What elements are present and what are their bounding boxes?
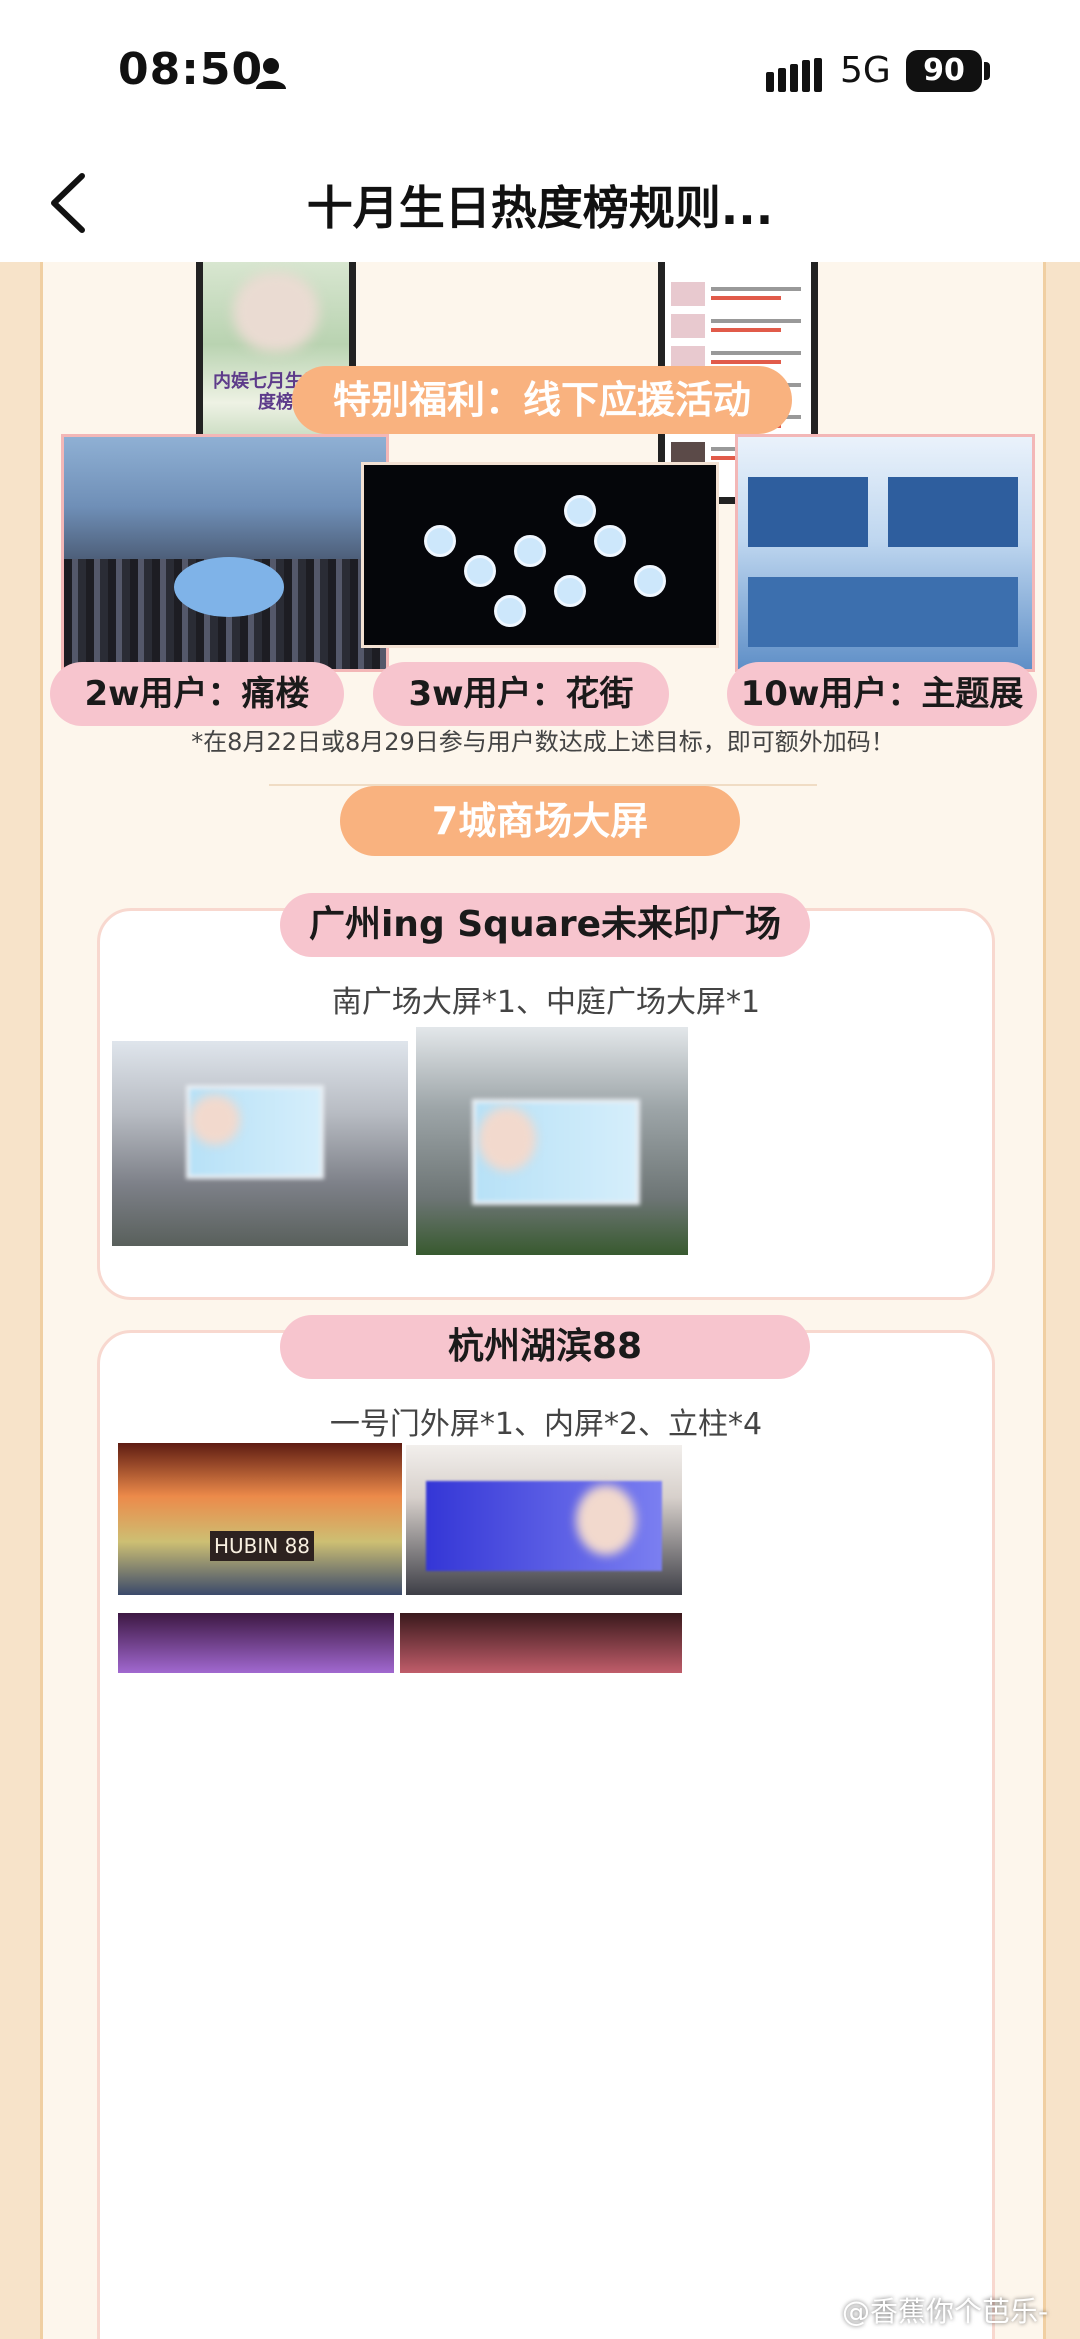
battery-level: 90 [923, 53, 965, 88]
venue-photo-atrium [416, 1027, 688, 1255]
rules-panel: 内娱七月生日热度榜 特别福利：线下应援活动 2w用户：痛楼 3w用户：花街 10… [40, 262, 1046, 2339]
tier-label: 10w用户：主题展 [727, 662, 1037, 726]
venue-name: 杭州湖滨88 [280, 1315, 810, 1379]
tier-label: 2w用户：痛楼 [50, 662, 344, 726]
venue-photo-south-plaza [112, 1041, 408, 1246]
weibo-logo-icon [800, 2299, 830, 2321]
status-bar: 08:50 5G 90 [0, 0, 1080, 150]
page-title: 十月生日热度榜规则... [306, 181, 774, 235]
tier1-photo-mall [61, 434, 389, 672]
status-time: 08:50 [118, 44, 264, 95]
footnote: *在8月22日或8月29日参与用户数达成上述目标，即可额外加码！ [191, 728, 895, 756]
signal-icon [766, 58, 822, 92]
article-content[interactable]: 内娱七月生日热度榜 特别福利：线下应援活动 2w用户：痛楼 3w用户：花街 10… [0, 262, 1080, 2339]
battery-icon: 90 [906, 50, 982, 92]
venue-card-hangzhou: 杭州湖滨88 一号门外屏*1、内屏*2、立柱*4 HUBIN 88 [97, 1315, 995, 2339]
network-type: 5G [840, 50, 891, 91]
venue-detail: 一号门外屏*1、内屏*2、立柱*4 [329, 1407, 763, 1442]
person-icon [256, 58, 286, 89]
venue-card-guangzhou: 广州ing Square未来印广场 南广场大屏*1、中庭广场大屏*1 [97, 893, 995, 1300]
hubin-sign: HUBIN 88 [210, 1531, 314, 1561]
battery-tip [984, 62, 990, 80]
venue-photo-indoor-screen [406, 1445, 682, 1595]
mall-screens-title: 7城商场大屏 [340, 786, 740, 856]
nav-bar: 十月生日热度榜规则... [0, 150, 1080, 262]
offline-support-title: 特别福利：线下应援活动 [292, 366, 792, 434]
venue-photo-pillar [400, 1613, 682, 1673]
venue-detail: 南广场大屏*1、中庭广场大屏*1 [331, 985, 761, 1020]
venue-photo-pillar [118, 1613, 394, 1673]
tier3-photo-exhibition [735, 434, 1035, 672]
tier-label: 3w用户：花街 [373, 662, 669, 726]
venue-photo-gate-outdoor: HUBIN 88 [118, 1443, 402, 1595]
watermark-text: @香蕉你个芭乐- [842, 2295, 1049, 2328]
venue-name: 广州ing Square未来印广场 [280, 893, 810, 957]
tier2-photo-flower-street [361, 462, 719, 648]
